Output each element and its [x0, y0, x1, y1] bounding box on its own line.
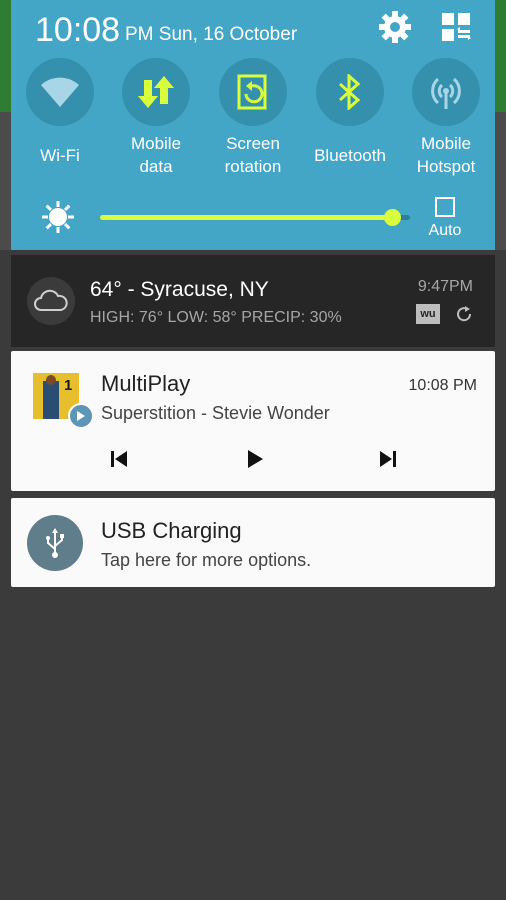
weather-time: 9:47PM	[417, 278, 473, 295]
cloud-icon	[27, 277, 75, 325]
clock: 10:08	[35, 11, 121, 49]
tile-wifi-circle[interactable]	[26, 58, 94, 126]
tile-bluetooth-label: Bluetooth	[314, 146, 386, 165]
play-badge-icon	[68, 403, 94, 429]
quick-tiles: Wi-Fi Mobile data Screen rotation Blueto…	[11, 58, 495, 188]
usb-subtitle: Tap here for more options.	[101, 550, 312, 570]
previous-button[interactable]	[104, 445, 134, 473]
date-label: PM Sun, 16 October	[125, 24, 298, 45]
tile-mobile-hotspot-label: Mobile Hotspot	[416, 134, 476, 176]
tile-screen-rotation-circle[interactable]	[219, 58, 287, 126]
usb-charging-notification[interactable]: USB Charging Tap here for more options.	[11, 498, 495, 587]
weather-notification[interactable]: 64° - Syracuse, NY HIGH: 76° LOW: 58° PR…	[11, 255, 495, 347]
edit-tiles-icon[interactable]	[439, 10, 473, 44]
brightness-slider[interactable]	[100, 203, 410, 233]
mobile-data-icon	[138, 76, 174, 108]
tile-screen-rotation[interactable]: Screen rotation	[205, 58, 301, 178]
usb-icon	[27, 515, 83, 571]
quick-settings-panel: 10:08 PM Sun, 16 October Wi-Fi Mobile da…	[11, 0, 495, 250]
refresh-icon[interactable]	[455, 305, 473, 323]
tile-screen-rotation-label: Screen rotation	[224, 134, 282, 176]
music-track: Superstition - Stevie Wonder	[101, 403, 330, 423]
album-figure-head	[46, 375, 56, 385]
brightness-thumb[interactable]	[384, 209, 401, 226]
tile-mobile-data-circle[interactable]	[122, 58, 190, 126]
hotspot-icon	[431, 77, 461, 109]
usb-title: USB Charging	[101, 518, 242, 543]
screen-rotation-icon	[237, 74, 267, 110]
auto-brightness-checkbox[interactable]	[435, 197, 455, 217]
wunderground-logo: wu	[416, 304, 440, 324]
tile-bluetooth-circle[interactable]	[316, 58, 384, 126]
tile-wifi[interactable]: Wi-Fi	[12, 58, 108, 167]
settings-gear-icon[interactable]	[378, 10, 412, 44]
play-button[interactable]	[240, 445, 270, 473]
album-number: 1	[64, 377, 73, 394]
brightness-fill	[100, 215, 392, 220]
skip-next-icon	[380, 451, 396, 467]
tile-bluetooth[interactable]: Bluetooth	[302, 58, 398, 167]
tile-mobile-hotspot-circle[interactable]	[412, 58, 480, 126]
tile-mobile-data[interactable]: Mobile data	[108, 58, 204, 178]
next-button[interactable]	[373, 445, 403, 473]
bluetooth-icon	[339, 74, 361, 110]
music-app-title: MultiPlay	[101, 371, 191, 396]
tile-wifi-label: Wi-Fi	[40, 146, 80, 165]
brightness-sun-icon	[41, 200, 75, 234]
music-time: 10:08 PM	[408, 377, 477, 394]
skip-previous-icon	[111, 451, 127, 467]
weather-details: HIGH: 76° LOW: 58° PRECIP: 30%	[90, 309, 342, 326]
auto-brightness-label: Auto	[428, 222, 462, 239]
tile-mobile-hotspot[interactable]: Mobile Hotspot	[398, 58, 494, 178]
music-notification[interactable]: 1 MultiPlay Superstition - Stevie Wonder…	[11, 351, 495, 491]
weather-title: 64° - Syracuse, NY	[90, 278, 269, 301]
wifi-icon	[41, 77, 79, 107]
album-figure	[43, 381, 59, 419]
play-icon	[248, 450, 263, 468]
tile-mobile-data-label: Mobile data	[130, 134, 182, 176]
